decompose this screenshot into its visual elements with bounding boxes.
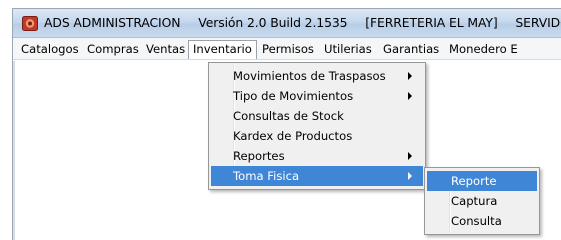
window-title: ADS ADMINISTRACION Versión 2.0 Build 2.1…	[44, 15, 561, 30]
menu-item-kardex-de-productos[interactable]: Kardex de Productos	[211, 126, 423, 146]
chevron-right-icon	[408, 152, 412, 160]
menu-bar: Catalogos Compras Ventas Inventario Perm…	[13, 38, 561, 60]
menu-item-reportes[interactable]: Reportes	[211, 146, 423, 166]
toma-fisica-submenu: Reporte Captura Consulta	[424, 167, 540, 235]
title-store: [FERRETERIA EL MAY]	[365, 15, 498, 30]
menu-item-label: Consultas de Stock	[233, 109, 344, 123]
menu-monedero[interactable]: Monedero E	[445, 40, 522, 58]
menu-garantias[interactable]: Garantias	[379, 40, 443, 58]
menu-item-consulta[interactable]: Consulta	[427, 211, 537, 231]
title-app-name: ADS ADMINISTRACION	[44, 15, 181, 30]
menu-inventario[interactable]: Inventario	[188, 40, 257, 59]
menu-item-label: Consulta	[451, 214, 502, 228]
chevron-right-icon	[408, 172, 412, 180]
menu-permisos[interactable]: Permisos	[258, 40, 318, 58]
menu-utilerias[interactable]: Utilerias	[320, 40, 376, 58]
menu-item-label: Captura	[451, 194, 498, 208]
menu-item-reporte[interactable]: Reporte	[427, 171, 537, 191]
title-version: Versión 2.0 Build 2.1535	[198, 15, 348, 30]
menu-item-label: Toma Fisica	[233, 169, 300, 183]
menu-catalogos[interactable]: Catalogos	[17, 40, 83, 58]
inventario-dropdown: Movimientos de Traspasos Tipo de Movimie…	[208, 62, 426, 190]
menu-item-label: Movimientos de Traspasos	[233, 69, 386, 83]
menu-item-tipo-de-movimientos[interactable]: Tipo de Movimientos	[211, 86, 423, 106]
menu-item-toma-fisica[interactable]: Toma Fisica	[211, 166, 423, 186]
menu-item-label: Kardex de Productos	[233, 129, 353, 143]
menu-item-label: Tipo de Movimientos	[233, 89, 354, 103]
menu-item-consultas-de-stock[interactable]: Consultas de Stock	[211, 106, 423, 126]
client-area-edge	[13, 61, 15, 240]
menu-item-captura[interactable]: Captura	[427, 191, 537, 211]
menu-item-label: Reporte	[451, 174, 497, 188]
menu-compras[interactable]: Compras	[83, 40, 143, 58]
title-bar[interactable]: ADS ADMINISTRACION Versión 2.0 Build 2.1…	[13, 9, 561, 38]
chevron-right-icon	[408, 72, 412, 80]
app-logo-icon	[22, 16, 38, 31]
menu-item-label: Reportes	[233, 149, 285, 163]
chevron-right-icon	[408, 92, 412, 100]
screen: ADS ADMINISTRACION Versión 2.0 Build 2.1…	[0, 0, 561, 240]
menu-item-movimientos-de-traspasos[interactable]: Movimientos de Traspasos	[211, 66, 423, 86]
title-server: SERVIDOR :	[515, 15, 561, 30]
menu-ventas[interactable]: Ventas	[142, 40, 189, 58]
